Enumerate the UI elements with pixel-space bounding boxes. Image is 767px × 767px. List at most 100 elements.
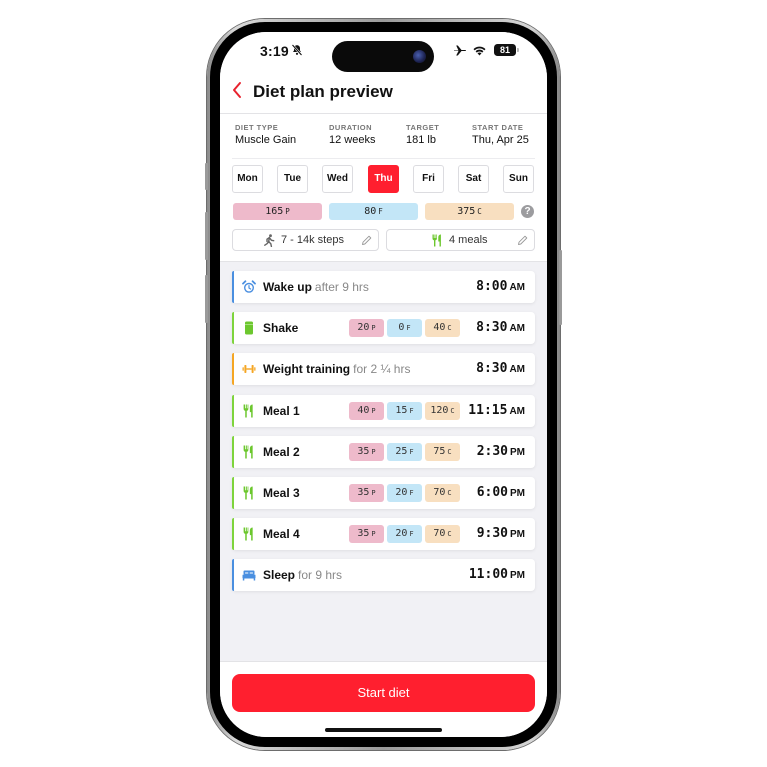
carbs-pill: 70 C [425, 483, 460, 502]
carbs-pill: 75 C [425, 442, 460, 461]
help-icon[interactable]: ? [521, 205, 534, 218]
meta-duration: DURATION 12 weeks [329, 123, 375, 146]
carbs-pill: 40 C [425, 319, 460, 338]
macro-unit: F [409, 406, 414, 415]
steps-chip[interactable]: 7 - 14k steps [232, 229, 379, 251]
macro-unit: C [450, 406, 455, 415]
time-value: 9:30 [476, 526, 508, 542]
meals-label: 4 meals [449, 234, 488, 246]
accent-bar [232, 271, 234, 303]
protein-value: 165 [265, 206, 284, 217]
time-value: 8:30 [476, 361, 508, 377]
time-value: 6:00 [476, 484, 508, 500]
page-title: Diet plan preview [253, 82, 393, 101]
timeline-item-training[interactable]: Weight training for 2 ¼ hrs 8:30 AM [232, 353, 535, 386]
day-tab-mon[interactable]: Mon [232, 165, 263, 193]
timeline-item-wake[interactable]: Wake up after 9 hrs 8:00 AM [232, 271, 535, 303]
macro-value: 40 [433, 322, 446, 334]
macro-value: 25 [395, 445, 408, 457]
time-value: 2:30 [476, 443, 508, 459]
accent-bar [232, 518, 234, 551]
daily-protein: 165 P [233, 203, 322, 220]
event-time: 2:30 PM [477, 444, 525, 459]
macro-value: 35 [357, 445, 370, 457]
accent-bar [232, 312, 234, 345]
dynamic-island [332, 41, 434, 72]
event-time: 8:30 AM [476, 320, 525, 335]
timeline-item-shake[interactable]: Shake 20 P 0 F 40 C 8:30 AM [232, 312, 535, 345]
carbs-pill: 120 C [425, 401, 460, 420]
day-tab-sun[interactable]: Sun [503, 165, 534, 193]
macro-value: 70 [433, 528, 446, 540]
fat-pill: 0F [387, 319, 422, 338]
timeline-item-meal[interactable]: Meal 1 40 P 15 F 120 C 11:15 AM [232, 394, 535, 427]
macro-unit: C [447, 530, 452, 539]
accent-bar [232, 394, 234, 427]
meta-value: Muscle Gain [235, 134, 297, 146]
meals-chip[interactable]: 4 meals [386, 229, 535, 251]
status-time: 3:19 [260, 43, 289, 59]
phone-screen: 3:19 81 Diet plan preview DIET TYPE Musc… [220, 32, 547, 737]
meta-start-date: START DATE Thu, Apr 25 [472, 123, 529, 146]
event-duration: for 2 ¼ hrs [353, 362, 411, 377]
day-tab-sat[interactable]: Sat [458, 165, 489, 193]
pencil-icon[interactable] [517, 235, 528, 246]
event-label: Sleep for 9 hrs [263, 568, 342, 582]
macro-value: 15 [395, 404, 408, 416]
time-value: 11:00 [468, 567, 508, 583]
time-ampm: AM [509, 282, 525, 293]
fat-pill: 20 F [387, 483, 422, 502]
macro-unit: C [447, 488, 452, 497]
status-bar: 3:19 81 [220, 32, 547, 72]
action-button [205, 163, 208, 190]
daily-carbs: 375 C [425, 203, 514, 220]
bed-icon [242, 568, 256, 582]
macro-value: 0 [398, 322, 405, 334]
battery-tip [517, 48, 519, 52]
time-ampm: PM [510, 446, 525, 458]
timeline-item-meal[interactable]: Meal 3 35 P 20 F 70 C 6:00 PM [232, 476, 535, 509]
timeline-item-meal[interactable]: Meal 2 35 P 25 F 75 C 2:30 PM [232, 435, 535, 468]
event-label: Meal 1 [263, 404, 300, 418]
macro-value: 70 [433, 486, 446, 498]
time-ampm: AM [509, 323, 525, 335]
macro-value: 20 [395, 528, 408, 540]
macro-unit: F [409, 530, 414, 539]
day-tab-wed[interactable]: Wed [322, 165, 353, 193]
pencil-icon[interactable] [361, 235, 372, 246]
macro-value: 20 [357, 322, 370, 334]
timeline-item-meal[interactable]: Meal 4 35 P 20 F 70 C 9:30 PM [232, 518, 535, 551]
accent-bar [232, 353, 234, 386]
timeline-item-sleep[interactable]: Sleep for 9 hrs 11:00 PM [232, 559, 535, 592]
macro-unit: F [409, 488, 414, 497]
event-name: Sleep [263, 568, 296, 583]
event-name: Weight training [263, 362, 351, 377]
airplane-icon [454, 45, 466, 56]
time-value: 8:30 [476, 320, 508, 336]
home-indicator [325, 728, 442, 732]
time-ampm: PM [510, 570, 525, 582]
start-diet-button[interactable]: Start diet [232, 674, 535, 712]
meta-label: DURATION [329, 123, 373, 132]
battery-icon: 81 [494, 44, 516, 56]
event-duration: after 9 hrs [314, 280, 369, 294]
time-ampm: PM [510, 529, 525, 541]
meta-label: DIET TYPE [235, 123, 279, 132]
event-label: Meal 4 [263, 527, 300, 541]
event-label: Shake [263, 321, 298, 335]
macro-value: 120 [430, 404, 449, 416]
accent-bar [232, 435, 234, 468]
day-tab-tue[interactable]: Tue [277, 165, 308, 193]
day-tab-thu[interactable]: Thu [368, 165, 399, 193]
event-label: Weight training for 2 ¼ hrs [263, 362, 410, 376]
event-time: 11:00 PM [469, 567, 525, 582]
fat-value: 80 [364, 206, 377, 217]
macro-unit: C [447, 447, 452, 456]
day-tab-fri[interactable]: Fri [413, 165, 444, 193]
alarm-clock-icon [242, 280, 256, 294]
time-ampm: PM [510, 487, 525, 499]
protein-pill: 35 P [349, 483, 384, 502]
chevron-left-icon[interactable] [231, 80, 243, 100]
event-name: Meal 1 [263, 403, 300, 418]
fork-knife-icon [242, 445, 256, 459]
